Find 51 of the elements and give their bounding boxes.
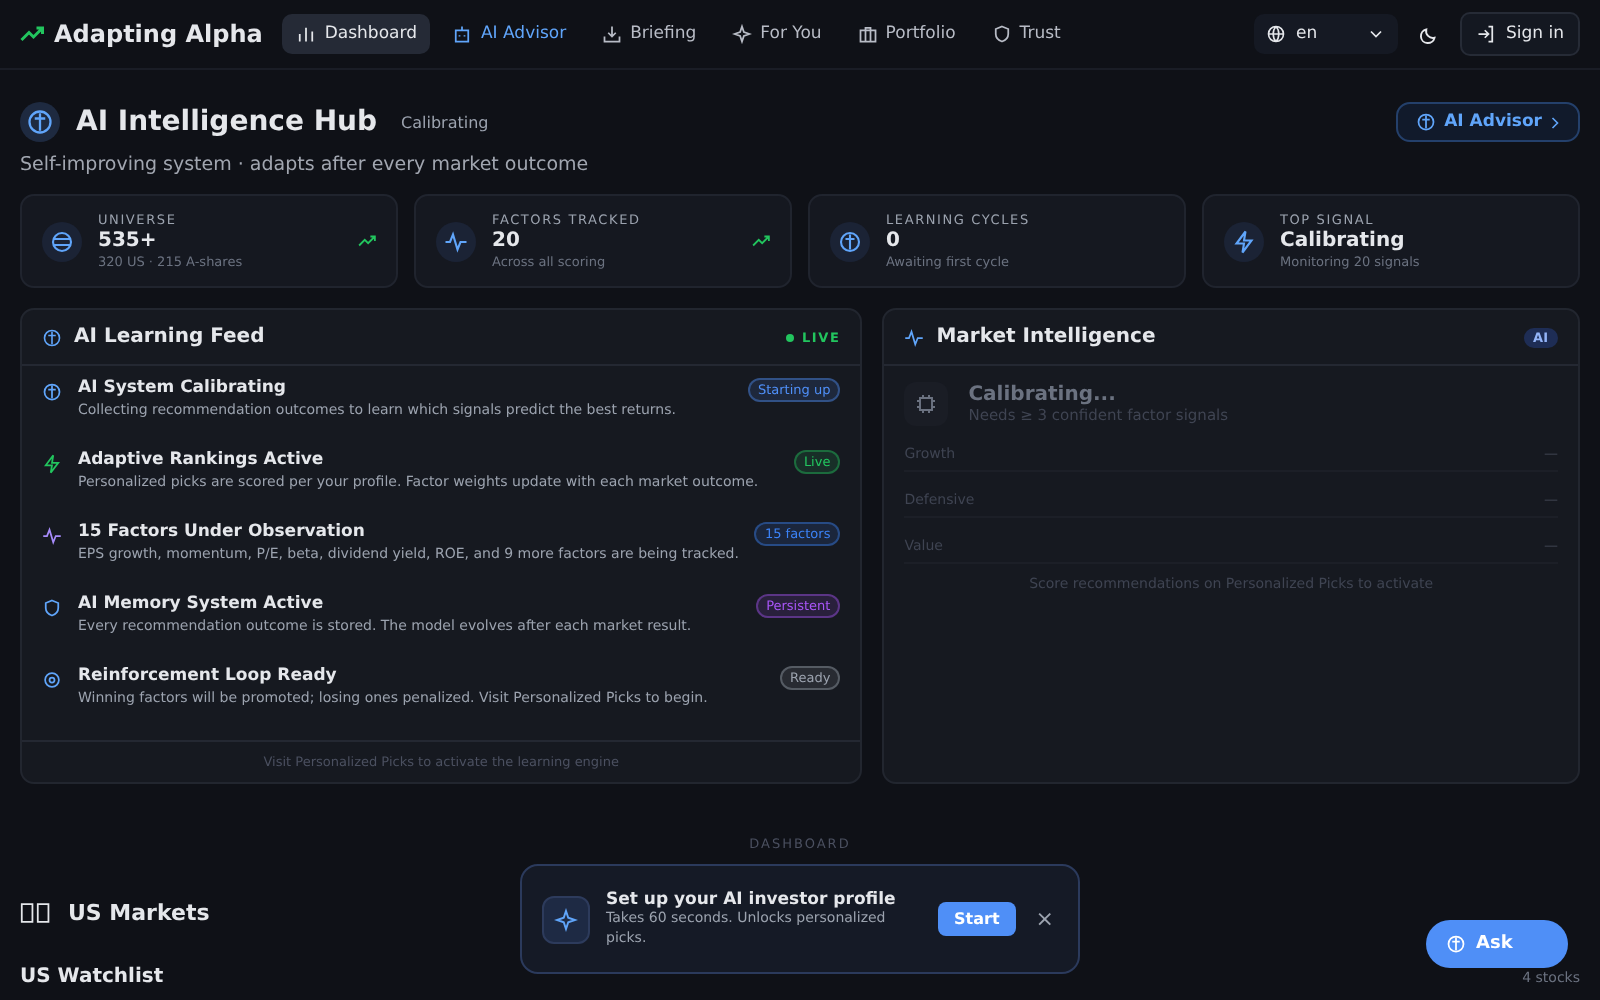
stat-value: 535+ [98, 230, 159, 252]
bar-chart-icon [296, 24, 317, 44]
feed-item-title: Reinforcement Loop Ready [78, 666, 339, 686]
briefcase-icon [857, 24, 878, 44]
watchlist-title: US Watchlist [20, 966, 164, 988]
lightning-icon [1224, 221, 1264, 261]
dark-mode-icon[interactable] [1418, 23, 1440, 45]
close-button[interactable]: × [1031, 906, 1058, 932]
sign-in-button[interactable]: Sign in [1460, 12, 1580, 56]
missing-glyph-icon [20, 902, 52, 924]
pulse-icon [42, 526, 62, 546]
nav-tab[interactable]: Dashboard [282, 14, 431, 54]
page-title: AI Intelligence Hub [76, 106, 378, 138]
panel-title: Market Intelligence [936, 326, 1156, 348]
ring-icon [42, 670, 62, 690]
nav-tab[interactable]: Trust [977, 14, 1075, 54]
sparkle-icon [542, 895, 590, 943]
lightning-icon [42, 454, 62, 474]
page-subtitle: Self-improving system · adapts after every market outcome [20, 154, 591, 176]
nav-tab[interactable]: AI Advisor [438, 14, 581, 54]
language-select[interactable]: en [1254, 14, 1398, 54]
stat-value: 0 [886, 230, 902, 252]
sparkle-icon [732, 24, 753, 44]
feed-item-title: 15 Factors Under Observation [78, 522, 367, 542]
shield-icon [42, 598, 62, 618]
nav-tab[interactable]: Portfolio [843, 14, 970, 54]
panel-title: AI Learning Feed [74, 326, 265, 348]
globe-icon [1266, 24, 1286, 44]
chevron-right-icon [1550, 115, 1560, 129]
nav-tab[interactable]: For You [718, 14, 836, 54]
pulse-icon [436, 221, 476, 261]
shield-icon [991, 24, 1012, 44]
toast-title: Set up your AI investor profile [606, 890, 898, 911]
status-label: Calibrating [401, 113, 489, 131]
feed-item-title: Adaptive Rankings Active [78, 450, 326, 470]
stat-value: Calibrating [1280, 230, 1407, 252]
ai-advisor-button[interactable]: AI Advisor [1396, 102, 1580, 142]
trend-up-icon [20, 22, 44, 46]
pulse-icon [904, 327, 925, 347]
nav-tab[interactable]: Briefing [588, 14, 711, 54]
download-tray-icon [602, 24, 623, 44]
brand-name[interactable]: Adapting Alpha [54, 20, 263, 48]
chip-icon [904, 382, 949, 426]
feed-item-title: AI System Calibrating [78, 378, 288, 398]
globe-icon [42, 221, 82, 261]
sign-in-icon [1476, 24, 1496, 44]
stat-value: 20 [492, 230, 522, 252]
calibrating-status: Calibrating... [968, 384, 1118, 406]
section-title: US Markets [68, 900, 210, 926]
robot-icon [452, 24, 473, 44]
feed-item-title: AI Memory System Active [78, 594, 326, 614]
